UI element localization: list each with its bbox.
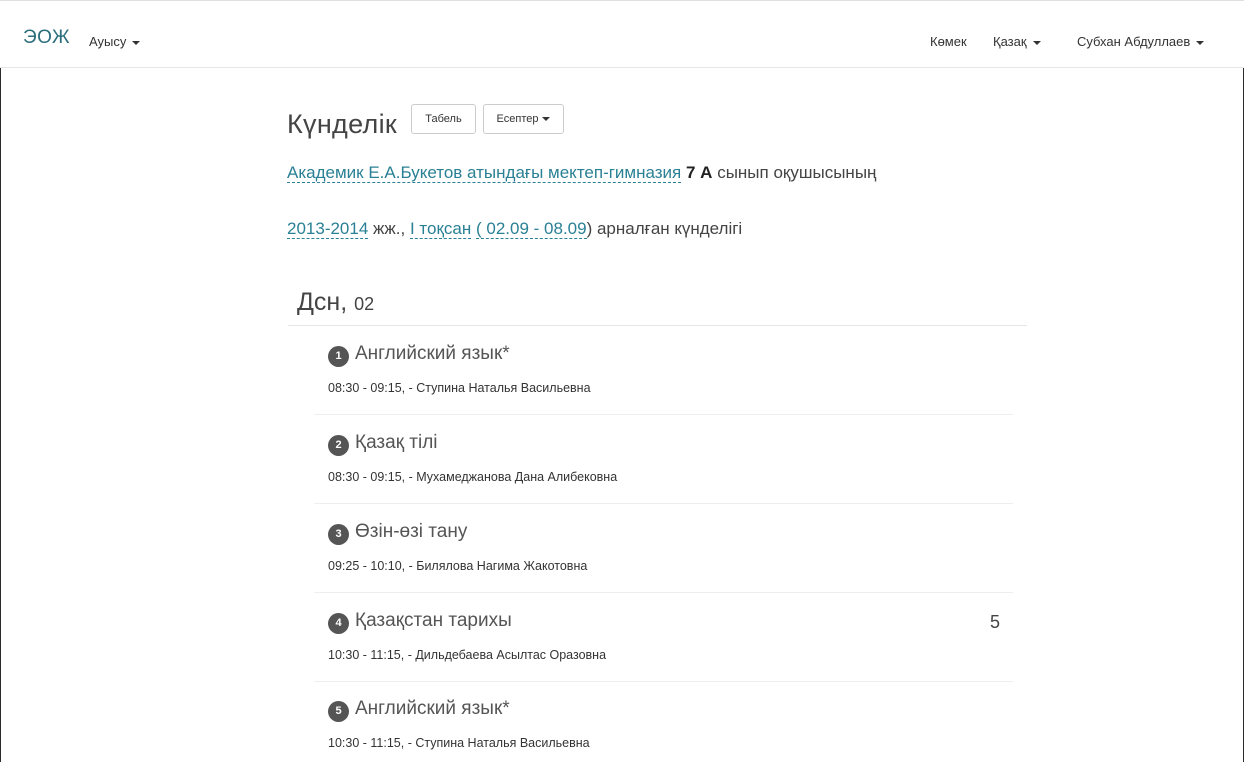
lesson-subject: Английский язык*: [355, 698, 510, 719]
day-header: Дсн, 02: [288, 285, 1027, 326]
language-dropdown[interactable]: Қазақ: [993, 34, 1041, 50]
lesson-meta: 08:30 - 09:15, - Ступина Наталья Василье…: [328, 381, 591, 395]
lesson-number-badge: 3: [328, 524, 349, 545]
date-range-link[interactable]: ( 02.09 - 08.09: [476, 219, 587, 239]
brand-logo[interactable]: ЭОЖ: [23, 28, 70, 48]
lesson-meta: 08:30 - 09:15, - Мухамеджанова Дана Алиб…: [328, 470, 618, 484]
lesson-item[interactable]: 2 Қазақ тілі 08:30 - 09:15, - Мухамеджан…: [314, 416, 1013, 504]
class-suffix: сынып оқушысының: [717, 163, 877, 182]
reports-label: Есептер: [496, 113, 539, 125]
lesson-number-badge: 5: [328, 701, 349, 722]
caret-down-icon: [542, 117, 551, 122]
lesson-subject: Қазақстан тарихы: [355, 610, 512, 631]
lesson-item[interactable]: 3 Өзін-өзі тану 09:25 - 10:10, - Билялов…: [314, 505, 1013, 593]
class-name: 7 А: [686, 163, 713, 182]
reports-dropdown-button[interactable]: Есептер: [483, 104, 564, 134]
school-link[interactable]: Академик Е.А.Букетов атындағы мектеп-гим…: [287, 163, 682, 183]
lesson-meta: 09:25 - 10:10, - Билялова Нагима Жакотов…: [328, 559, 588, 573]
lesson-meta: 10:30 - 11:15, - Ступина Наталья Василье…: [328, 736, 590, 750]
lesson-meta: 10:30 - 11:15, - Дильдебаева Асылтас Ора…: [328, 648, 607, 662]
lesson-number-badge: 1: [328, 346, 349, 367]
range-suffix: ) арналған күнделігі: [586, 219, 743, 238]
lesson-subject: Английский язык*: [355, 343, 510, 364]
lesson-item[interactable]: 4 Қазақстан тарихы 10:30 - 11:15, - Диль…: [314, 594, 1013, 682]
lesson-subject: Қазақ тілі: [355, 432, 438, 453]
info-line-period: 2013-2014 жж., I тоқсан ( 02.09 - 08.09)…: [287, 218, 742, 240]
quarter-link[interactable]: I тоқсан: [409, 219, 472, 239]
year-suffix: жж.,: [373, 219, 406, 238]
lesson-subject: Өзін-өзі тану: [355, 521, 468, 542]
switch-label: Ауысу: [89, 34, 127, 49]
lesson-grade: 5: [989, 612, 1000, 632]
tabel-button[interactable]: Табель: [411, 104, 476, 134]
caret-down-icon: [132, 40, 141, 45]
day-weekday: Дсн,: [297, 288, 348, 316]
main-content: Күнделік Табель Есептер Академик Е.А.Бук…: [0, 68, 1244, 762]
language-label: Қазақ: [993, 34, 1027, 49]
lesson-item[interactable]: 5 Английский язык* 10:30 - 11:15, - Ступ…: [314, 682, 1013, 770]
user-menu-dropdown[interactable]: Субхан Абдуллаев: [1077, 34, 1205, 50]
year-link[interactable]: 2013-2014: [287, 219, 369, 239]
day-name: Дсн, 02: [297, 288, 374, 317]
caret-down-icon: [1032, 40, 1041, 45]
day-number: 02: [354, 294, 375, 314]
lesson-number-badge: 2: [328, 435, 349, 456]
lesson-item[interactable]: 1 Английский язык* 08:30 - 09:15, - Ступ…: [314, 327, 1013, 415]
page-title: Күнделік: [287, 109, 397, 139]
top-navbar: ЭОЖ Ауысу Көмек Қазақ Субхан Абдуллаев: [0, 0, 1244, 68]
user-name: Субхан Абдуллаев: [1077, 34, 1191, 49]
caret-down-icon: [1196, 40, 1205, 45]
switch-dropdown[interactable]: Ауысу: [89, 34, 141, 50]
help-link[interactable]: Көмек: [930, 34, 967, 50]
info-line-school: Академик Е.А.Букетов атындағы мектеп-гим…: [287, 162, 876, 184]
lesson-number-badge: 4: [328, 613, 349, 634]
